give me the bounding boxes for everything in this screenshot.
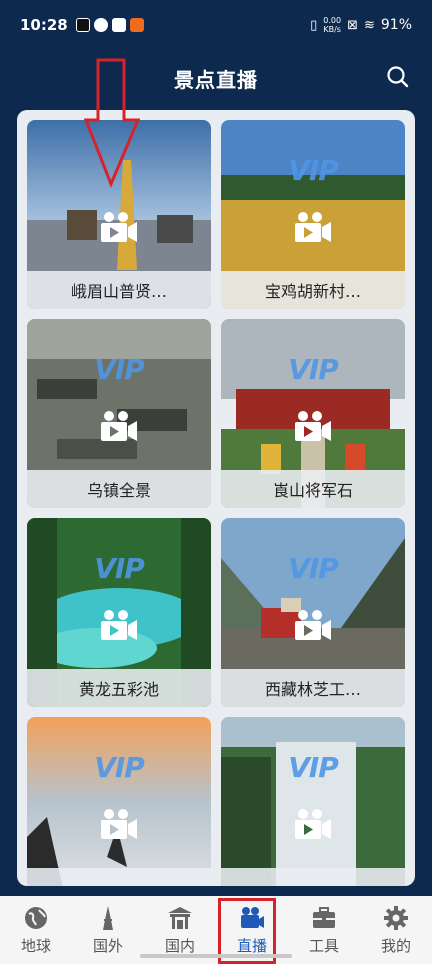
card-label <box>27 868 211 886</box>
home-indicator <box>140 954 292 958</box>
live-play-icon <box>293 807 333 841</box>
app-icon <box>93 18 108 32</box>
wifi-icon: ≋ <box>363 17 375 33</box>
battery-level: 91% <box>380 17 412 33</box>
speed-value: 0.00 <box>323 16 342 25</box>
vip-badge: VIP <box>288 353 339 386</box>
tab-label: 国内 <box>164 936 195 955</box>
taobao-icon <box>129 18 144 32</box>
scenic-list-panel: 峨眉山普贤… VIP 宝鸡胡新村… VIP 乌镇全景 VIP 崀山将军石 VIP… <box>17 110 415 886</box>
card-langshan[interactable]: VIP 崀山将军石 <box>221 319 405 508</box>
vip-badge: VIP <box>94 353 145 386</box>
tab-abroad[interactable]: 国外 <box>72 896 144 964</box>
thumbnail <box>221 717 405 886</box>
tab-label: 我的 <box>380 936 411 955</box>
status-right: ▯ 0.00 KB/s ⊠ ≋ 91% <box>310 16 412 34</box>
tab-label: 国外 <box>92 936 123 955</box>
live-play-icon <box>293 409 333 443</box>
tab-tools[interactable]: 工具 <box>288 896 360 964</box>
card-label <box>221 868 405 886</box>
tiktok-icon <box>75 18 90 32</box>
card-linzhi[interactable]: VIP 西藏林芝工… <box>221 518 405 707</box>
card-label: 崀山将军石 <box>221 470 405 508</box>
header: 景点直播 <box>0 56 432 100</box>
video-camera-icon <box>241 906 264 928</box>
tab-label: 直播 <box>236 936 267 955</box>
vip-badge: VIP <box>94 552 145 585</box>
tab-label: 工具 <box>308 936 339 955</box>
card-baoji[interactable]: VIP 宝鸡胡新村… <box>221 120 405 309</box>
card-wuzhen[interactable]: VIP 乌镇全景 <box>27 319 211 508</box>
card-label: 乌镇全景 <box>27 470 211 508</box>
thumbnail <box>27 717 211 886</box>
live-play-icon <box>293 608 333 642</box>
status-bar: 10:28 ▯ 0.00 KB/s ⊠ ≋ 91% <box>0 0 432 50</box>
card-waterfall[interactable]: VIP <box>221 717 405 886</box>
search-icon[interactable] <box>386 65 410 89</box>
status-time: 10:28 <box>20 16 68 34</box>
card-label: 峨眉山普贤… <box>27 271 211 309</box>
card-emei[interactable]: 峨眉山普贤… <box>27 120 211 309</box>
scenic-grid: 峨眉山普贤… VIP 宝鸡胡新村… VIP 乌镇全景 VIP 崀山将军石 VIP… <box>27 120 405 886</box>
sim-icon: ⊠ <box>347 17 358 33</box>
notification-icons <box>75 18 144 32</box>
live-play-icon <box>99 807 139 841</box>
live-play-icon <box>293 210 333 244</box>
vip-badge: VIP <box>288 154 339 187</box>
live-play-icon <box>99 210 139 244</box>
vip-badge: VIP <box>288 751 339 784</box>
live-play-icon <box>99 608 139 642</box>
gear-icon <box>384 905 408 930</box>
toolbox-icon <box>313 906 335 928</box>
card-sunrise[interactable]: VIP <box>27 717 211 886</box>
app-icon <box>111 18 126 32</box>
page-title: 景点直播 <box>174 67 258 92</box>
tab-label: 地球 <box>20 936 51 955</box>
globe-icon <box>25 906 47 929</box>
card-label: 黄龙五彩池 <box>27 669 211 707</box>
gate-icon <box>168 906 192 929</box>
network-speed: 0.00 KB/s <box>323 16 341 34</box>
live-play-icon <box>99 409 139 443</box>
card-label: 宝鸡胡新村… <box>221 271 405 309</box>
tower-icon <box>103 905 113 930</box>
card-label: 西藏林芝工… <box>221 669 405 707</box>
tab-earth[interactable]: 地球 <box>0 896 72 964</box>
vip-badge: VIP <box>94 751 145 784</box>
vip-badge: VIP <box>288 552 339 585</box>
tab-mine[interactable]: 我的 <box>360 896 432 964</box>
card-huanglong[interactable]: VIP 黄龙五彩池 <box>27 518 211 707</box>
speed-unit: KB/s <box>323 25 341 34</box>
vibrate-icon: ▯ <box>310 17 318 33</box>
